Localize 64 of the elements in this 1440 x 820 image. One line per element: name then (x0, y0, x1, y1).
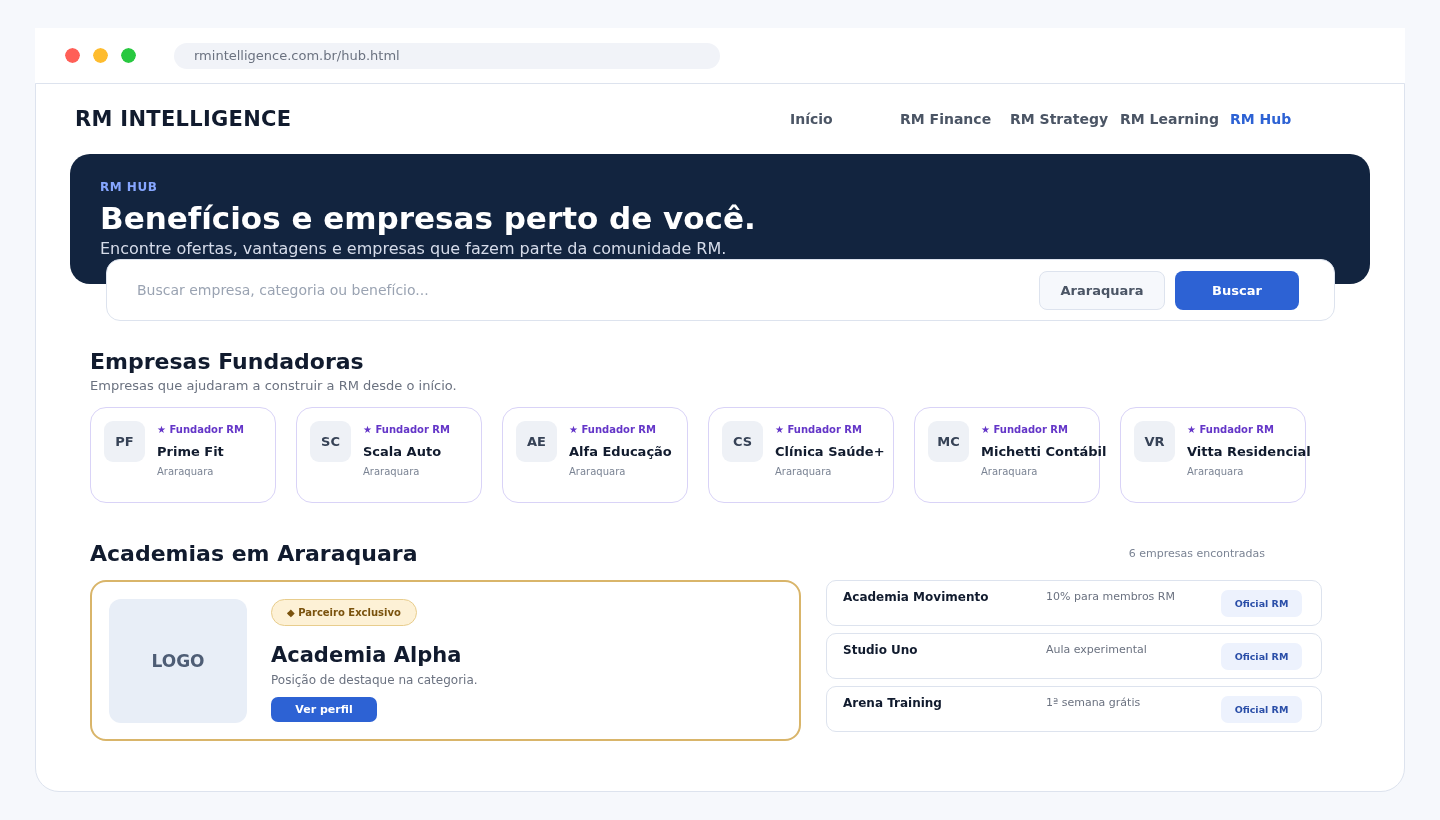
founder-label: ★ Fundador RM (1187, 424, 1275, 435)
company-name: Clínica Saúde+ (775, 444, 885, 459)
company-offer: 10% para membros RM (1046, 590, 1176, 605)
hero-subtitle: Encontre ofertas, vantagens e empresas que fazem parte da comunidade RM. (100, 239, 728, 258)
company-initials: CS (722, 421, 763, 462)
section-subtitle: Empresas que ajudaram a construir a RM desde o início. (90, 378, 458, 393)
company-city: Araraquara (1187, 466, 1245, 477)
partner-badge: ◆ Parceiro Exclusivo (271, 599, 417, 626)
official-tag: Oficial RM (1221, 590, 1302, 617)
founder-label: ★ Fundador RM (775, 424, 863, 435)
site-logo: RM INTELLIGENCE (75, 107, 293, 131)
nav-link[interactable]: RM Finance (900, 111, 1010, 127)
city-button[interactable]: Araraquara (1039, 270, 1165, 310)
company-initials: AE (516, 421, 557, 462)
company-name: Michetti Contábil (981, 444, 1107, 459)
company-initials: SC (310, 421, 351, 462)
company-name: Scala Auto (363, 444, 443, 459)
company-name: Arena Training (843, 696, 943, 712)
company-name: Academia Movimento (843, 590, 990, 606)
window-control-icon[interactable] (121, 48, 136, 63)
nav-link[interactable]: Início (790, 111, 900, 127)
section-title: Academias em Araraquara (90, 541, 419, 566)
company-city: Araraquara (363, 466, 421, 477)
founder-label: ★ Fundador RM (363, 424, 451, 435)
company-row[interactable]: Arena Training 1ª semana grátis Oficial RM (826, 686, 1322, 732)
founder-label: ★ Fundador RM (569, 424, 657, 435)
address-bar[interactable]: rmintelligence.com.br/hub.html (174, 42, 720, 69)
company-offer: 1ª semana grátis (1046, 696, 1142, 711)
company-name: Studio Uno (843, 643, 919, 659)
company-initials: VR (1134, 421, 1175, 462)
company-offer: Aula experimental (1046, 643, 1148, 658)
profile-button[interactable]: Ver perfil (271, 697, 377, 722)
company-city: Araraquara (157, 466, 215, 477)
hero-title: Benefícios e empresas perto de você. (100, 200, 757, 236)
logo-label: LOGO (151, 651, 205, 671)
company-row[interactable]: Studio Uno Aula experimental Oficial RM (826, 633, 1322, 679)
founder-card[interactable]: PF ★ Fundador RM Prime Fit Araraquara (90, 407, 276, 503)
founder-card[interactable]: CS ★ Fundador RM Clínica Saúde+ Araraquara (708, 407, 894, 503)
company-city: Araraquara (569, 466, 627, 477)
founder-card[interactable]: SC ★ Fundador RM Scala Auto Araraquara (296, 407, 482, 503)
company-description: Posição de destaque na categoria. (271, 673, 478, 687)
nav-link[interactable]: RM Hub (1230, 111, 1292, 127)
section-title: Empresas Fundadoras (90, 349, 365, 374)
company-initials: PF (104, 421, 145, 462)
nav-link[interactable]: RM Strategy (1010, 111, 1120, 127)
company-name: Alfa Educação (569, 444, 672, 459)
company-initials: MC (928, 421, 969, 462)
search-button[interactable]: Buscar (1175, 270, 1299, 310)
nav-link[interactable]: RM Learning (1120, 111, 1230, 127)
company-city: Araraquara (775, 466, 833, 477)
official-tag: Oficial RM (1221, 643, 1302, 670)
window-control-icon[interactable] (93, 48, 108, 63)
company-row[interactable]: Academia Movimento 10% para membros RM Oficial RM (826, 580, 1322, 626)
company-name: Prime Fit (157, 444, 225, 459)
search-field[interactable]: Buscar empresa, categoria ou benefício... (135, 281, 1029, 299)
results-count: 6 empresas encontradas (1128, 547, 1265, 560)
founder-label: ★ Fundador RM (157, 424, 245, 435)
official-tag: Oficial RM (1221, 696, 1302, 723)
founder-label: ★ Fundador RM (981, 424, 1069, 435)
hero-eyebrow: RM HUB (100, 180, 159, 194)
founder-card[interactable]: AE ★ Fundador RM Alfa Educação Araraquara (502, 407, 688, 503)
company-name: Academia Alpha (271, 643, 462, 667)
company-city: Araraquara (981, 466, 1039, 477)
window-control-icon[interactable] (65, 48, 80, 63)
